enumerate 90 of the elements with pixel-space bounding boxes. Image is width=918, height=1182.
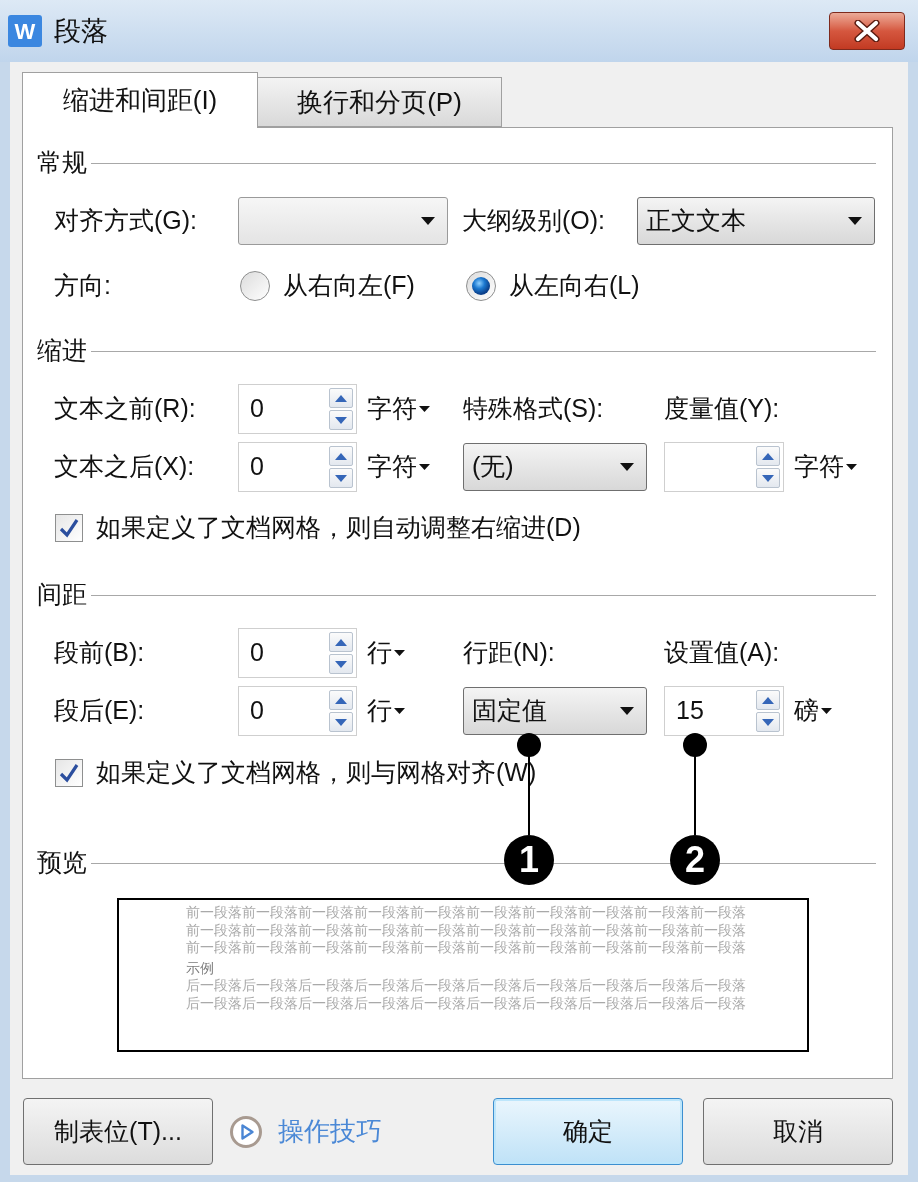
caret-icon [394, 650, 405, 656]
radio-button[interactable] [466, 271, 496, 301]
field-label: 设置值(A): [664, 637, 781, 669]
field-label: 文本之后(X): [54, 451, 196, 483]
checkbox[interactable] [55, 759, 83, 787]
down-triangle-icon [335, 416, 347, 424]
close-button[interactable] [829, 12, 905, 50]
field-label: 段后(E): [54, 695, 146, 727]
up-triangle-icon [335, 452, 347, 460]
down-triangle-icon [335, 474, 347, 482]
dropdown[interactable]: 正文文本 [637, 197, 875, 245]
up-triangle-icon [335, 696, 347, 704]
radio-label: 从左向右(L) [509, 270, 640, 302]
caret-icon [421, 217, 435, 225]
spin-box[interactable]: 0 [238, 686, 357, 736]
spin-down-button[interactable] [329, 712, 353, 732]
spin-up-button[interactable] [756, 446, 780, 466]
radio-label: 从右向左(F) [283, 270, 415, 302]
preview-text-line: 前一段落前一段落前一段落前一段落前一段落前一段落前一段落前一段落前一段落前一段落 [186, 921, 746, 939]
section-title: 常规 [37, 147, 87, 179]
radio-button[interactable] [240, 271, 270, 301]
unit-dropdown[interactable]: 字符 [367, 448, 463, 486]
preview-text-line: 前一段落前一段落前一段落前一段落前一段落前一段落前一段落前一段落前一段落前一段落 [186, 939, 746, 957]
unit-dropdown[interactable]: 行 [367, 634, 463, 672]
field-label: 文本之前(R): [54, 393, 197, 425]
field-label: 对齐方式(G): [54, 205, 199, 237]
unit-dropdown[interactable]: 磅 [794, 692, 832, 730]
checkmark-icon [59, 763, 79, 783]
tab[interactable]: 缩进和间距(I) [22, 72, 258, 128]
field-label: 特殊格式(S): [463, 393, 605, 425]
preview-text-line: 示例 [186, 959, 214, 977]
caret-icon [394, 708, 405, 714]
up-triangle-icon [335, 638, 347, 646]
unit-dropdown[interactable]: 字符 [367, 390, 463, 428]
close-icon [854, 20, 880, 42]
up-triangle-icon [762, 696, 774, 704]
up-triangle-icon [762, 452, 774, 460]
app-logo: W [8, 15, 42, 47]
dropdown[interactable] [238, 197, 448, 245]
spin-up-button[interactable] [329, 388, 353, 408]
section-title: 间距 [37, 579, 87, 611]
unit-dropdown[interactable]: 行 [367, 692, 463, 730]
spin-box[interactable]: 0 [238, 384, 357, 434]
spin-box[interactable]: 0 [238, 628, 357, 678]
preview-text-line: 后一段落后一段落后一段落后一段落后一段落后一段落后一段落后一段落后一段落后一段落 [186, 977, 746, 995]
spin-up-button[interactable] [329, 632, 353, 652]
dropdown[interactable]: (无) [463, 443, 647, 491]
tab-stops-button[interactable]: 制表位(T)... [23, 1098, 213, 1165]
caret-icon [821, 708, 832, 714]
down-triangle-icon [762, 718, 774, 726]
down-triangle-icon [335, 660, 347, 668]
field-label: 段前(B): [54, 637, 146, 669]
checkbox[interactable] [55, 514, 83, 542]
preview-text-line: 前一段落前一段落前一段落前一段落前一段落前一段落前一段落前一段落前一段落前一段落 [186, 904, 746, 922]
section-title: 预览 [37, 847, 87, 879]
spin-down-button[interactable] [329, 468, 353, 488]
spin-box[interactable]: 15 [664, 686, 784, 736]
caret-icon [848, 217, 862, 225]
unit-dropdown[interactable]: 字符 [794, 448, 857, 486]
checkmark-icon [59, 518, 79, 538]
down-triangle-icon [335, 718, 347, 726]
spin-up-button[interactable] [329, 446, 353, 466]
down-triangle-icon [762, 474, 774, 482]
window-title: 段落 [54, 14, 108, 48]
field-label: 方向: [54, 270, 112, 302]
spin-down-button[interactable] [756, 468, 780, 488]
dropdown[interactable]: 固定值 [463, 687, 647, 735]
field-label: 行距(N): [463, 637, 556, 669]
play-icon [230, 1115, 262, 1148]
dialog-button[interactable]: 确定 [493, 1098, 683, 1165]
spin-down-button[interactable] [329, 410, 353, 430]
field-label: 大纲级别(O): [462, 205, 607, 237]
spin-down-button[interactable] [329, 654, 353, 674]
spin-up-button[interactable] [329, 690, 353, 710]
dialog-button[interactable]: 取消 [703, 1098, 893, 1165]
preview-text-line: 后一段落后一段落后一段落后一段落后一段落后一段落后一段落后一段落后一段落后一段落 [186, 994, 746, 1012]
tab[interactable]: 换行和分页(P) [258, 77, 502, 127]
caret-icon [620, 707, 634, 715]
caret-icon [419, 406, 430, 412]
section-title: 缩进 [37, 335, 87, 367]
checkbox-label: 如果定义了文档网格，则自动调整右缩进(D) [96, 512, 581, 544]
spin-down-button[interactable] [756, 712, 780, 732]
spin-box[interactable]: 0 [238, 442, 357, 492]
field-label: 度量值(Y): [664, 393, 781, 425]
caret-icon [419, 464, 430, 470]
up-triangle-icon [335, 394, 347, 402]
spin-up-button[interactable] [756, 690, 780, 710]
caret-icon [620, 463, 634, 471]
radio-dot-icon [472, 277, 490, 295]
caret-icon [846, 464, 857, 470]
